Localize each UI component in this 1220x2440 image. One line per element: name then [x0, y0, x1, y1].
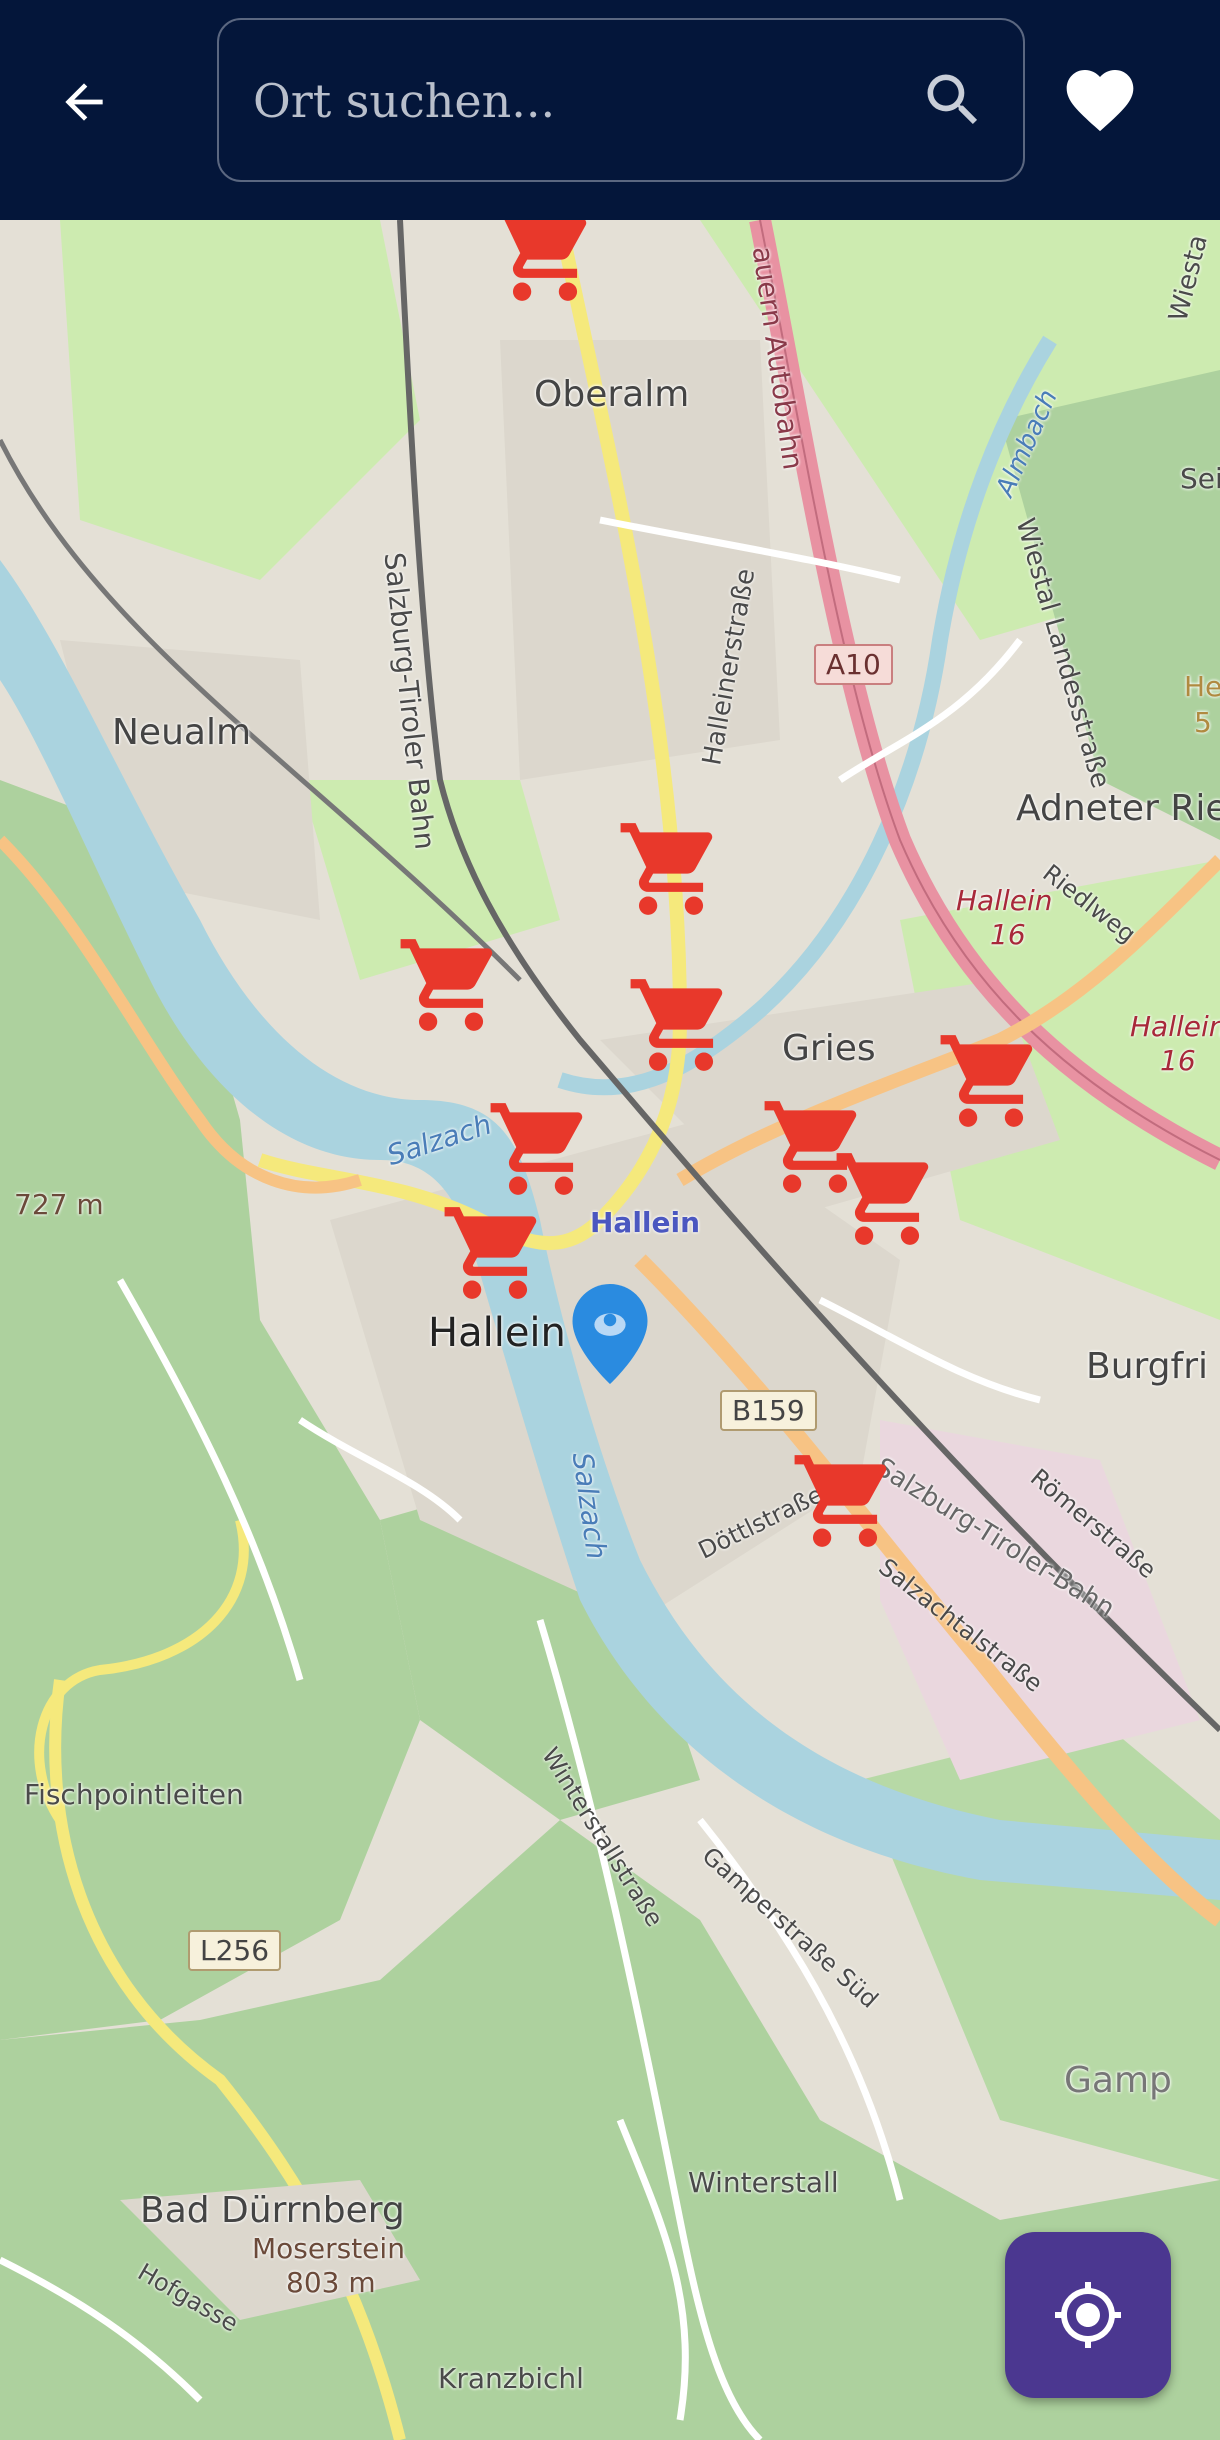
station-label-hallein: Hallein — [590, 1206, 701, 1239]
road-shield-l256: L256 — [188, 1930, 282, 1971]
place-label-he-5: 5 — [1194, 706, 1212, 739]
peak-elevation-moserstein: 803 m — [286, 2266, 376, 2299]
place-label-burgfried: Burgfri — [1086, 1346, 1209, 1387]
search-field[interactable] — [217, 18, 1025, 182]
place-label-winterstall: Winterstall — [688, 2166, 839, 2199]
search-input[interactable] — [251, 20, 895, 182]
place-label-bad-duerrnberg: Bad Dürrnberg — [140, 2190, 405, 2231]
place-label-kranzbichl: Kranzbichl — [438, 2362, 584, 2395]
road-number-hallein-16-b: 16 — [1160, 1044, 1196, 1077]
shopping-cart-icon[interactable] — [396, 930, 506, 1040]
search-icon[interactable] — [919, 66, 987, 134]
shopping-cart-icon[interactable] — [440, 1198, 550, 1308]
shopping-cart-icon[interactable] — [790, 1446, 900, 1556]
back-button[interactable] — [48, 62, 120, 142]
place-label-oberalm: Oberalm — [534, 374, 690, 415]
place-label-gries: Gries — [782, 1028, 876, 1069]
road-number-hallein-16-a: 16 — [990, 918, 1026, 951]
place-label-he: He — [1184, 670, 1220, 703]
road-shield-a10: A10 — [814, 644, 893, 685]
place-label-adneter-ried: Adneter Rie — [1016, 788, 1220, 829]
shopping-cart-icon[interactable] — [490, 220, 600, 310]
peak-elevation-727: 727 m — [14, 1188, 104, 1221]
place-label-gamp: Gamp — [1064, 2060, 1172, 2101]
road-label-hallein-16-a: Hallein — [956, 884, 1053, 917]
my-location-button[interactable] — [1005, 2232, 1171, 2398]
my-location-icon — [1055, 2282, 1121, 2348]
map-view[interactable]: Oberalm Neualm Gries Hallein Hallein Bur… — [0, 220, 1220, 2440]
place-label-neualm: Neualm — [112, 712, 252, 753]
shopping-cart-icon[interactable] — [616, 814, 726, 924]
shopping-cart-icon[interactable] — [626, 970, 736, 1080]
shopping-cart-icon[interactable] — [486, 1094, 596, 1204]
peak-label-moserstein: Moserstein — [252, 2232, 405, 2265]
top-app-bar — [0, 0, 1220, 220]
road-shield-b159: B159 — [720, 1390, 817, 1431]
place-label-sei: Sei — [1180, 462, 1220, 495]
road-label-hallein-16-b: Hallein — [1130, 1010, 1220, 1043]
place-label-hallein: Hallein — [428, 1310, 566, 1356]
location-pin-icon[interactable] — [572, 1284, 648, 1384]
favorites-heart-icon[interactable] — [1060, 60, 1140, 140]
shopping-cart-icon[interactable] — [936, 1026, 1046, 1136]
place-label-fischpointleiten: Fischpointleiten — [24, 1778, 244, 1811]
shopping-cart-icon[interactable] — [832, 1144, 942, 1254]
arrow-left-icon — [65, 83, 103, 121]
